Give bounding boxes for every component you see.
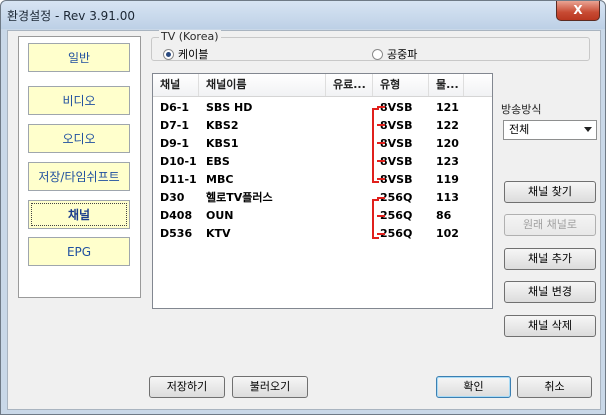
cable-radio[interactable]: 케이블 — [163, 48, 208, 62]
cell-channel: D536 — [160, 227, 193, 240]
table-row[interactable]: D9-1 KBS1 8VSB 120 — [153, 135, 492, 153]
column-header-physical[interactable]: 물... — [429, 74, 464, 96]
cell-type: 8VSB — [380, 173, 413, 186]
restore-channels-button[interactable]: 원래 채널로 — [504, 214, 596, 236]
table-row[interactable]: D536 KTV 256Q 102 — [153, 225, 492, 243]
column-header-channel[interactable]: 채널 — [153, 74, 199, 96]
cell-channel: D30 — [160, 191, 185, 204]
column-header-channel-name[interactable]: 채널이름 — [199, 74, 326, 96]
sidebar-item-general[interactable]: 일반 — [28, 43, 130, 72]
ok-button[interactable]: 확인 — [436, 376, 511, 398]
cell-channel: D9-1 — [160, 137, 190, 150]
cell-type: 8VSB — [380, 137, 413, 150]
chevron-down-icon — [584, 127, 592, 132]
sidebar-item-epg[interactable]: EPG — [28, 237, 130, 266]
cancel-button[interactable]: 취소 — [517, 376, 592, 398]
cell-channel: D408 — [160, 209, 193, 222]
cell-channel-name: OUN — [206, 209, 234, 222]
table-row[interactable]: D7-1 KBS2 8VSB 122 — [153, 117, 492, 135]
cell-type: 8VSB — [380, 155, 413, 168]
cable-radio-label: 케이블 — [178, 48, 209, 61]
column-header-type[interactable]: 유형 — [373, 74, 429, 96]
cell-physical: 120 — [436, 137, 459, 150]
cell-paid — [326, 225, 373, 243]
find-channels-button[interactable]: 채널 찾기 — [504, 181, 596, 203]
cell-paid — [326, 171, 373, 189]
cell-paid — [326, 189, 373, 207]
cell-channel-name: MBC — [206, 173, 234, 186]
cell-channel-name: 헬로TV플러스 — [206, 191, 273, 204]
close-button[interactable]: X — [556, 1, 600, 21]
cell-paid — [326, 99, 373, 117]
cell-channel-name: EBS — [206, 155, 230, 168]
sidebar-item-recording-timeshift[interactable]: 저장/타임쉬프트 — [28, 162, 130, 191]
settings-sidebar: 일반 비디오 오디오 저장/타임쉬프트 채널 EPG — [18, 36, 141, 298]
save-settings-button[interactable]: 저장하기 — [149, 376, 225, 398]
table-row[interactable]: D6-1 SBS HD 8VSB 121 — [153, 99, 492, 117]
window-title: 환경설정 - Rev 3.91.00 — [7, 9, 136, 23]
column-header-paid[interactable]: 유료... — [326, 74, 373, 96]
change-channel-button[interactable]: 채널 변경 — [504, 281, 596, 303]
cell-channel-name: KTV — [206, 227, 231, 240]
terrestrial-radio[interactable]: 공중파 — [372, 48, 417, 62]
cell-physical: 86 — [436, 209, 452, 222]
cell-physical: 119 — [436, 173, 459, 186]
client-area: 일반 비디오 오디오 저장/타임쉬프트 채널 EPG TV (Korea) 케이… — [7, 30, 601, 410]
terrestrial-radio-label: 공중파 — [387, 48, 418, 61]
load-settings-button[interactable]: 불러오기 — [232, 376, 308, 398]
cell-channel-name: KBS2 — [206, 119, 239, 132]
sidebar-item-video[interactable]: 비디오 — [28, 86, 130, 115]
cell-physical: 121 — [436, 101, 459, 114]
cell-physical: 113 — [436, 191, 459, 204]
cell-paid — [326, 117, 373, 135]
cell-type: 8VSB — [380, 101, 413, 114]
radio-selected-icon — [163, 49, 174, 60]
sidebar-item-audio[interactable]: 오디오 — [28, 124, 130, 153]
cell-channel: D6-1 — [160, 101, 190, 114]
cell-channel: D10-1 — [160, 155, 197, 168]
cell-physical: 123 — [436, 155, 459, 168]
title-bar[interactable]: 환경설정 - Rev 3.91.00 X — [1, 1, 605, 29]
channel-list[interactable]: 채널 채널이름 유료... 유형 물... D6-1 SBS HD 8VSB 1… — [152, 73, 493, 309]
cell-channel-name: KBS1 — [206, 137, 239, 150]
cell-paid — [326, 135, 373, 153]
cell-channel-name: SBS HD — [206, 101, 253, 114]
cell-type: 8VSB — [380, 119, 413, 132]
table-row[interactable]: D11-1 MBC 8VSB 119 — [153, 171, 492, 189]
cell-physical: 122 — [436, 119, 459, 132]
table-row[interactable]: D30 헬로TV플러스 256Q 113 — [153, 189, 492, 207]
cell-channel: D7-1 — [160, 119, 190, 132]
settings-window: 환경설정 - Rev 3.91.00 X 일반 비디오 오디오 저장/타임쉬프트… — [0, 0, 606, 415]
radio-unselected-icon — [372, 49, 383, 60]
broadcast-type-select[interactable]: 전체 — [503, 120, 597, 140]
tv-source-group-label: TV (Korea) — [159, 30, 221, 43]
broadcast-type-label: 방송방식 — [501, 103, 542, 116]
sidebar-item-channel[interactable]: 채널 — [28, 200, 130, 229]
cell-channel: D11-1 — [160, 173, 197, 186]
broadcast-type-value: 전체 — [509, 123, 530, 136]
cell-physical: 102 — [436, 227, 459, 240]
delete-channel-button[interactable]: 채널 삭제 — [504, 315, 596, 337]
channel-list-header: 채널 채널이름 유료... 유형 물... — [153, 74, 492, 97]
close-icon: X — [573, 3, 583, 17]
cell-paid — [326, 207, 373, 225]
cell-paid — [326, 153, 373, 171]
table-row[interactable]: D408 OUN 256Q 86 — [153, 207, 492, 225]
table-row[interactable]: D10-1 EBS 8VSB 123 — [153, 153, 492, 171]
add-channel-button[interactable]: 채널 추가 — [504, 248, 596, 270]
